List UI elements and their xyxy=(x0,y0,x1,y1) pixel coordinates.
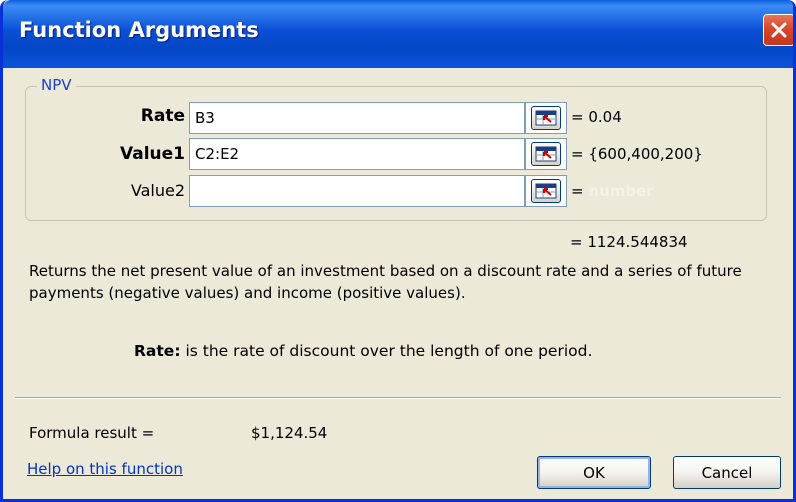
rate-label: Rate xyxy=(140,106,185,126)
cancel-button[interactable]: Cancel xyxy=(673,456,781,489)
function-result-value: = 1124.544834 xyxy=(570,233,688,251)
value1-result: = {600,400,200} xyxy=(571,145,703,163)
argument-help-text: is the rate of discount over the length … xyxy=(180,342,593,360)
function-description: Returns the net present value of an inve… xyxy=(29,262,742,302)
argument-help: Rate: is the rate of discount over the l… xyxy=(134,342,592,360)
close-button[interactable] xyxy=(763,14,793,46)
range-collapse-icon xyxy=(531,179,561,203)
value1-collapse-button[interactable] xyxy=(525,138,567,170)
divider xyxy=(15,397,781,399)
rate-input[interactable]: B3 xyxy=(189,102,525,134)
value2-type-hint: number xyxy=(588,182,654,200)
value2-collapse-button[interactable] xyxy=(525,175,567,207)
formula-result-value: $1,124.54 xyxy=(251,424,328,442)
close-icon xyxy=(771,22,787,38)
ok-button[interactable]: OK xyxy=(537,456,651,489)
value1-input[interactable]: C2:E2 xyxy=(189,138,525,170)
function-arguments-dialog: Function Arguments NPV Rate B3 = 0.04 Va… xyxy=(0,0,796,502)
range-collapse-icon xyxy=(531,106,561,130)
formula-result-label: Formula result = xyxy=(29,424,155,442)
help-on-function-link[interactable]: Help on this function xyxy=(27,460,183,478)
value2-result: = number xyxy=(571,182,654,200)
range-collapse-icon xyxy=(531,142,561,166)
value2-label: Value2 xyxy=(130,181,185,200)
title-bar[interactable]: Function Arguments xyxy=(3,0,793,68)
rate-result: = 0.04 xyxy=(571,108,622,126)
value1-label: Value1 xyxy=(120,144,185,164)
value2-result-prefix: = xyxy=(571,182,589,200)
dialog-title: Function Arguments xyxy=(19,18,259,42)
rate-collapse-button[interactable] xyxy=(525,102,567,134)
argument-help-name: Rate: xyxy=(134,342,181,360)
function-name-legend: NPV xyxy=(37,76,76,94)
value2-input[interactable] xyxy=(189,175,525,207)
